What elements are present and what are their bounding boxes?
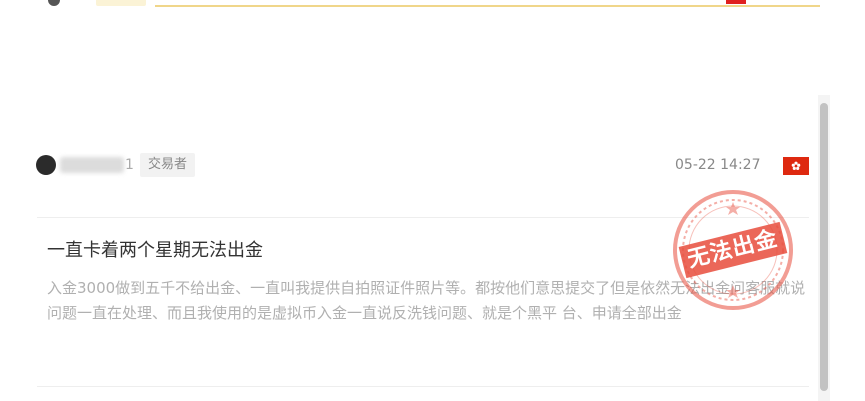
divider — [37, 386, 809, 387]
post-body: 入金3000做到五千不给出金、一直叫我提供自拍照证件照片等。都按他们意思提交了但… — [47, 279, 806, 322]
post-timestamp: 05-22 14:27 — [675, 157, 761, 173]
post-title[interactable]: 一直卡着两个星期无法出金 — [47, 238, 263, 264]
highlight-line — [155, 5, 820, 7]
username[interactable]: 1 — [125, 155, 134, 175]
previous-avatar — [48, 0, 60, 6]
username-redacted — [60, 157, 124, 173]
previous-flag-icon — [726, 0, 746, 4]
user-type-badge: 交易者 — [140, 153, 196, 177]
stamp-label: 无法出金 — [678, 221, 788, 279]
divider — [37, 217, 809, 218]
previous-badge — [96, 0, 146, 6]
hong-kong-flag-icon — [783, 157, 809, 175]
previous-entry-strip — [0, 0, 865, 10]
bauhinia-icon — [791, 161, 801, 170]
avatar[interactable] — [36, 155, 56, 175]
scrollbar-thumb[interactable] — [820, 103, 828, 391]
